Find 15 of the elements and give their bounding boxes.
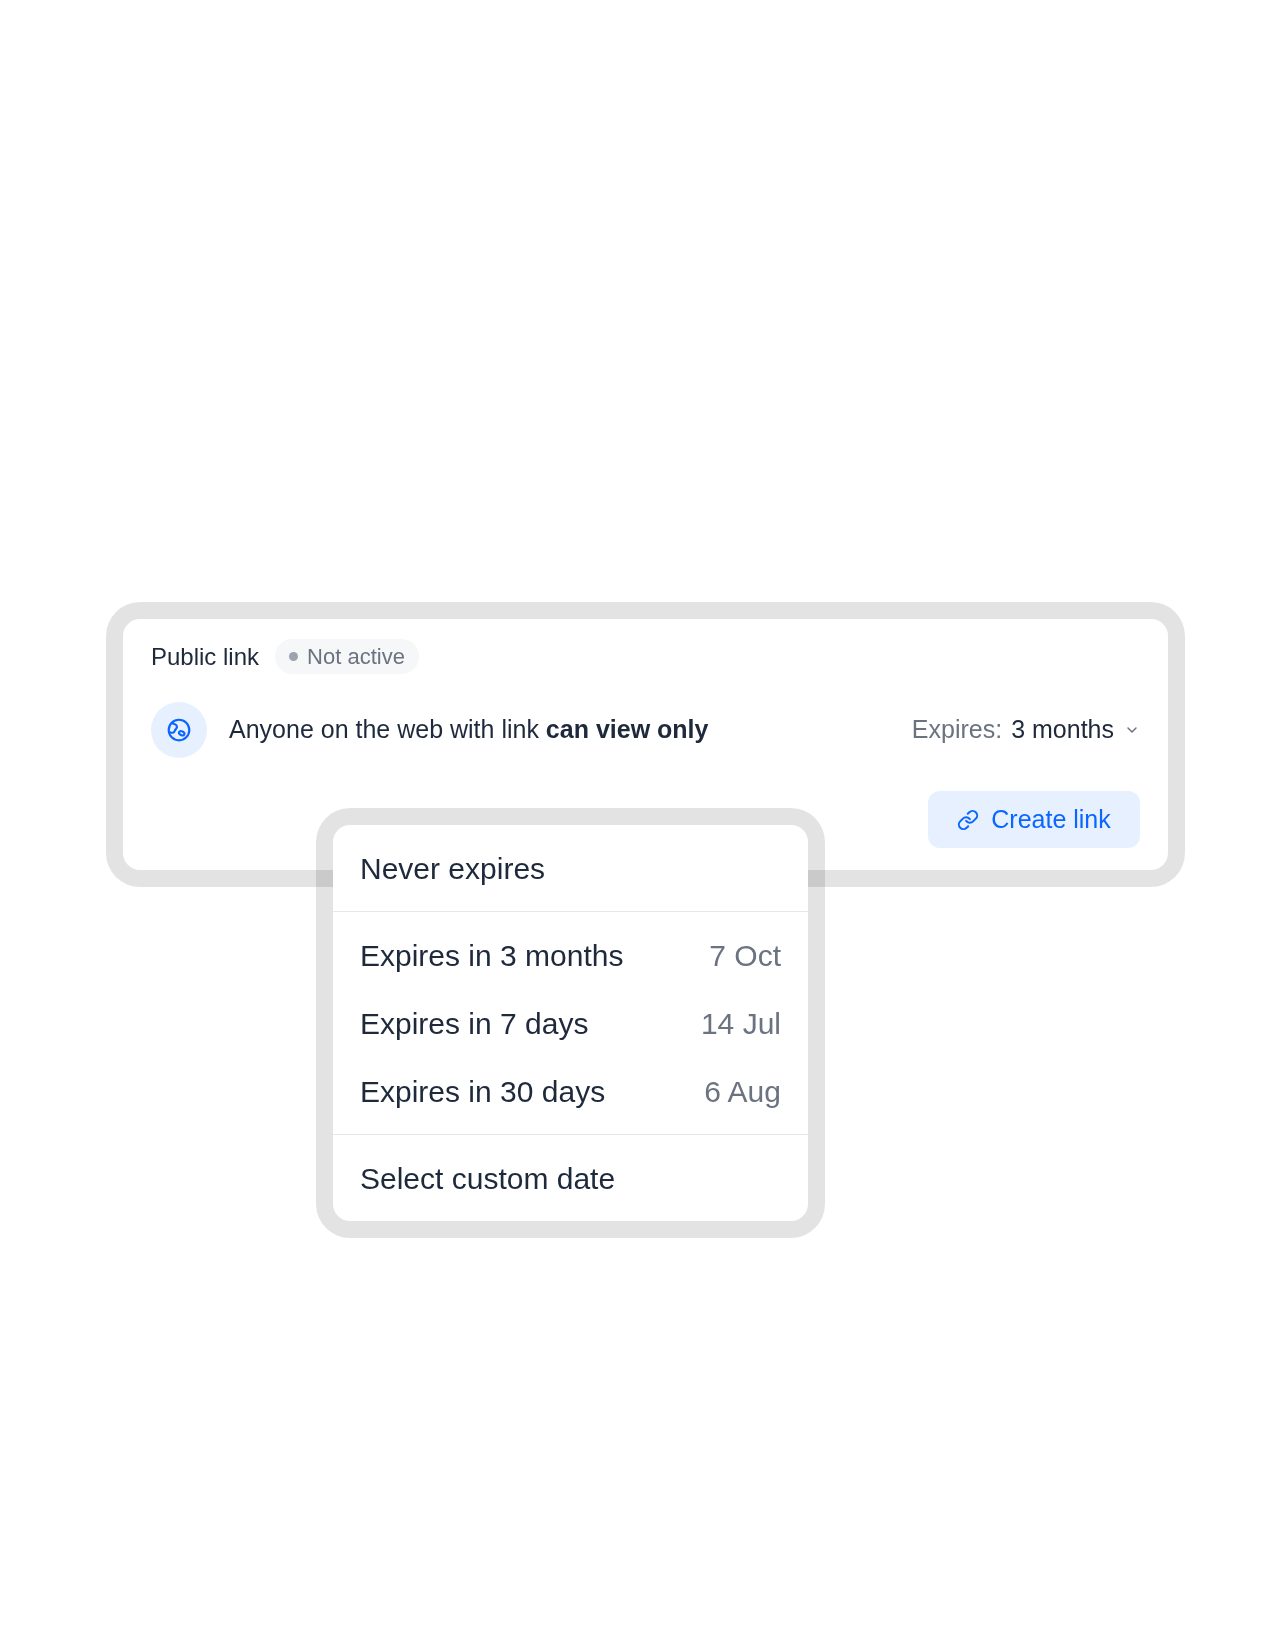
expiry-date: 7 Oct <box>709 937 781 974</box>
menu-item[interactable]: Expires in 3 months 7 Oct <box>333 921 808 989</box>
link-icon <box>957 808 980 831</box>
expiry-date: 14 Jul <box>700 1005 781 1042</box>
globe-icon <box>151 702 207 758</box>
permission-text: Anyone on the web with link can view only <box>229 714 709 746</box>
expiry-dropdown[interactable]: Expires: 3 months <box>911 711 1140 749</box>
create-link-button[interactable]: Create link <box>928 791 1140 848</box>
card-title: Public link <box>151 641 260 672</box>
menu-item[interactable]: Never expires <box>333 834 808 902</box>
menu-item[interactable]: Expires in 30 days 6 Aug <box>333 1057 808 1125</box>
expiry-date: 6 Aug <box>704 1073 781 1110</box>
menu-item[interactable]: Select custom date <box>333 1144 808 1212</box>
status-label: Not active <box>307 643 405 671</box>
menu-item[interactable]: Expires in 7 days 14 Jul <box>333 989 808 1057</box>
